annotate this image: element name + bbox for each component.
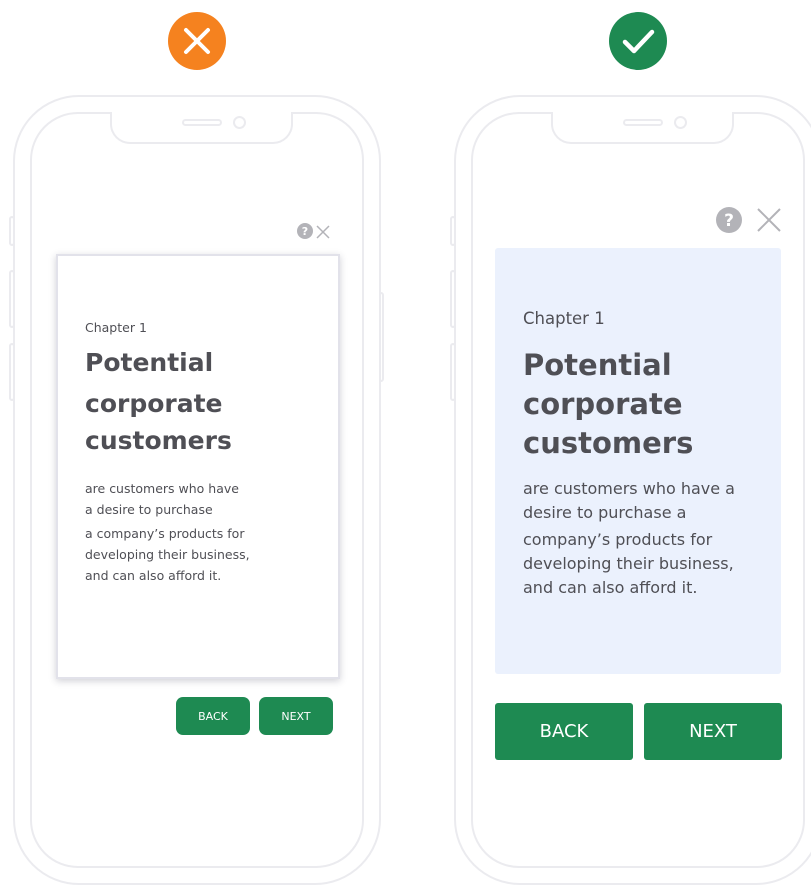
- card-title-line: customers: [523, 426, 694, 460]
- check-icon: [609, 12, 667, 70]
- close-icon[interactable]: [315, 224, 331, 240]
- back-button[interactable]: BACK: [176, 697, 250, 735]
- camera-icon: [674, 116, 687, 129]
- camera-icon: [233, 116, 246, 129]
- card-description-line: and can also afford it.: [85, 568, 222, 583]
- question-mark-icon[interactable]: ?: [716, 207, 742, 233]
- next-button[interactable]: NEXT: [644, 703, 782, 760]
- card-description-line: developing their business,: [523, 554, 734, 573]
- phone-notch: [110, 112, 293, 144]
- next-button[interactable]: NEXT: [259, 697, 333, 735]
- content-card: Chapter 1 Potential corporate customers …: [56, 254, 340, 679]
- cross-icon: [168, 12, 226, 70]
- speaker-icon: [623, 119, 663, 126]
- card-description-line: a desire to purchase: [85, 502, 213, 517]
- cross-badge: [168, 12, 226, 70]
- card-title-line: corporate: [523, 387, 683, 421]
- check-badge: [609, 12, 667, 70]
- chapter-label: Chapter 1: [85, 320, 147, 335]
- question-mark-icon[interactable]: ?: [297, 223, 313, 239]
- chapter-label: Chapter 1: [523, 309, 605, 328]
- card-description-line: a company’s products for: [85, 526, 245, 541]
- svg-text:?: ?: [724, 211, 734, 231]
- card-description-line: desire to purchase a: [523, 503, 687, 522]
- card-description-line: developing their business,: [85, 547, 250, 562]
- close-icon[interactable]: [756, 207, 782, 233]
- svg-text:?: ?: [302, 225, 308, 238]
- back-button[interactable]: BACK: [495, 703, 633, 760]
- card-description-line: are customers who have: [85, 481, 239, 496]
- card-description-line: and can also afford it.: [523, 578, 698, 597]
- card-title-line: corporate: [85, 389, 223, 418]
- card-title-line: customers: [85, 426, 232, 455]
- card-title-line: Potential: [523, 348, 672, 382]
- content-card: Chapter 1 Potential corporate customers …: [495, 248, 781, 674]
- card-description-line: company’s products for: [523, 530, 713, 549]
- speaker-icon: [182, 119, 222, 126]
- card-description-line: are customers who have a: [523, 479, 735, 498]
- card-title-line: Potential: [85, 348, 214, 377]
- phone-notch: [551, 112, 734, 144]
